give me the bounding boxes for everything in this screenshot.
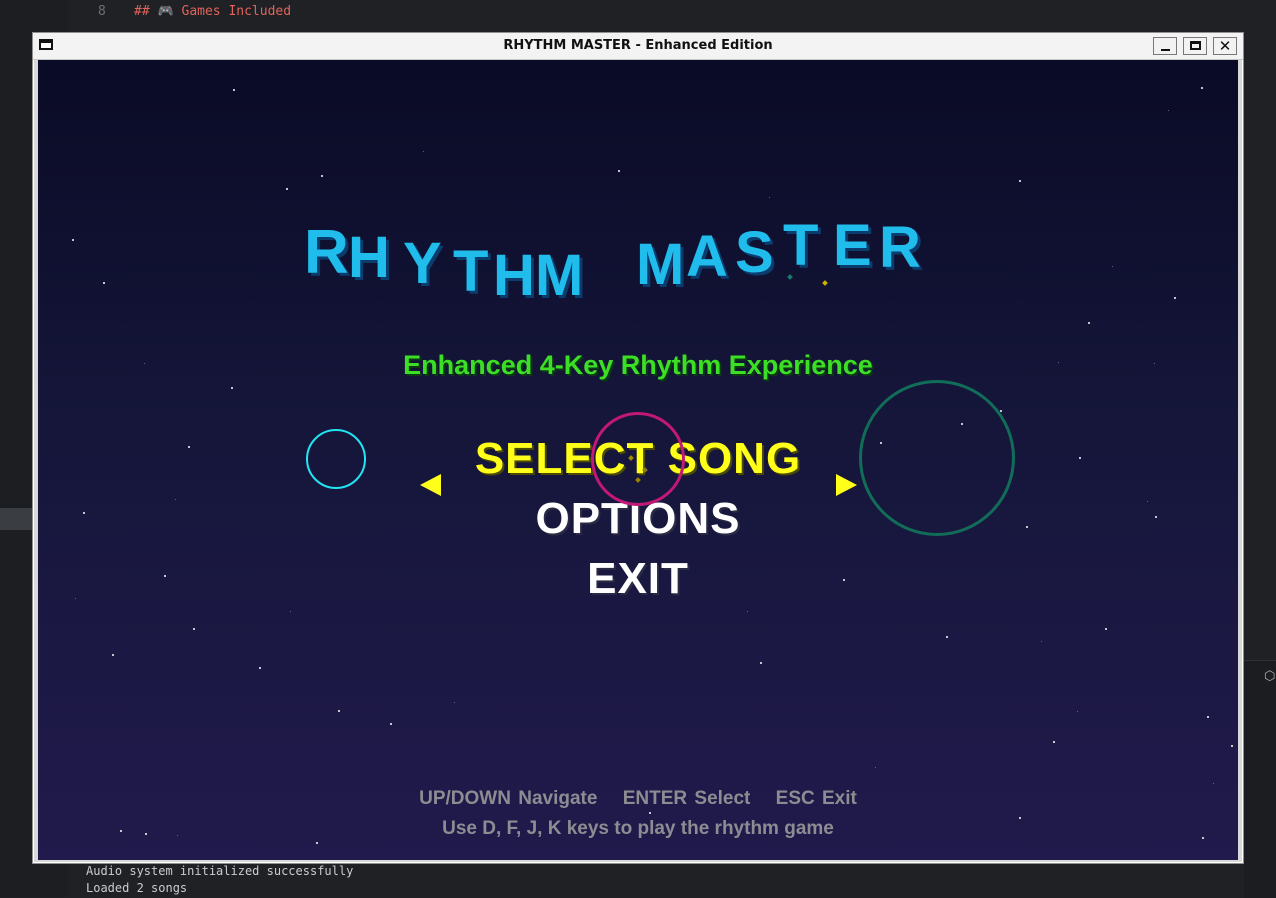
title-letter: H — [348, 225, 390, 290]
star — [454, 702, 455, 703]
terminal-line: Audio system initialized successfully — [86, 864, 354, 878]
star — [1207, 716, 1209, 718]
minimize-icon — [1161, 49, 1170, 51]
title-letter: M — [535, 243, 584, 308]
title-letter: R — [304, 218, 349, 287]
close-icon: ✕ — [1218, 37, 1232, 55]
title-letter: M — [636, 232, 685, 297]
star — [769, 197, 770, 198]
star — [103, 282, 105, 284]
title-letter: R — [879, 215, 921, 280]
star — [1041, 641, 1042, 642]
title-letter: Y — [403, 231, 442, 296]
star — [1053, 741, 1055, 743]
star — [946, 636, 948, 638]
pulse-ring — [591, 412, 685, 506]
game-title: R H Y T H M M A S T E R — [38, 60, 1238, 308]
star — [1213, 783, 1214, 784]
title-letter: H — [493, 243, 535, 308]
game-subtitle: Enhanced 4-Key Rhythm Experience — [403, 350, 873, 380]
editor-selection-marker — [0, 508, 32, 530]
game-canvas[interactable]: R H Y T H M M A S T E R Enhanced 4-Key R… — [38, 60, 1238, 860]
window-titlebar[interactable]: RHYTHM MASTER - Enhanced Edition ✕ — [33, 33, 1243, 60]
window-title: RHYTHM MASTER - Enhanced Edition — [503, 38, 773, 53]
star — [72, 239, 74, 241]
star — [259, 667, 261, 669]
cube-icon[interactable]: ⬡ — [1264, 670, 1276, 684]
title-letter: E — [833, 213, 872, 278]
minimize-button[interactable] — [1153, 37, 1177, 55]
menu-item-exit[interactable]: EXIT — [38, 554, 1238, 604]
editor-line-number: 8 — [98, 4, 106, 19]
star — [1019, 180, 1021, 182]
star — [390, 723, 392, 725]
sparkle — [822, 280, 828, 286]
game-window: RHYTHM MASTER - Enhanced Edition ✕ R H Y… — [32, 32, 1244, 864]
terminal-line: Loaded 2 songs — [86, 881, 188, 895]
star — [1112, 266, 1113, 267]
star — [231, 387, 233, 389]
star — [760, 662, 762, 664]
star — [338, 710, 340, 712]
star — [1077, 711, 1078, 712]
title-letter: A — [686, 224, 728, 289]
help-controls: UP/DOWN Navigate ENTER Select ESC Exit — [38, 788, 1238, 810]
star — [649, 812, 651, 814]
star — [875, 767, 876, 768]
title-letter: S — [735, 220, 774, 285]
side-panel — [1244, 660, 1276, 898]
help-keys-hint: Use D, F, J, K keys to play the rhythm g… — [442, 818, 834, 839]
help-select: ENTER Select — [622, 788, 751, 809]
maximize-icon — [1190, 41, 1201, 50]
help-exit: ESC Exit — [775, 788, 857, 809]
editor-line-text[interactable]: ## 🎮 Games Included — [134, 4, 291, 19]
star — [112, 654, 114, 656]
title-letter: T — [783, 213, 819, 278]
close-button[interactable]: ✕ — [1213, 37, 1237, 55]
star — [1231, 745, 1233, 747]
star — [316, 842, 318, 844]
star — [290, 611, 291, 612]
star — [747, 611, 748, 612]
help-navigate: UP/DOWN Navigate — [419, 788, 598, 809]
title-letter: T — [453, 239, 489, 304]
star — [286, 188, 288, 190]
star — [193, 628, 195, 630]
star — [1088, 322, 1090, 324]
star — [1174, 297, 1176, 299]
star — [1105, 628, 1107, 630]
maximize-button[interactable] — [1183, 37, 1207, 55]
